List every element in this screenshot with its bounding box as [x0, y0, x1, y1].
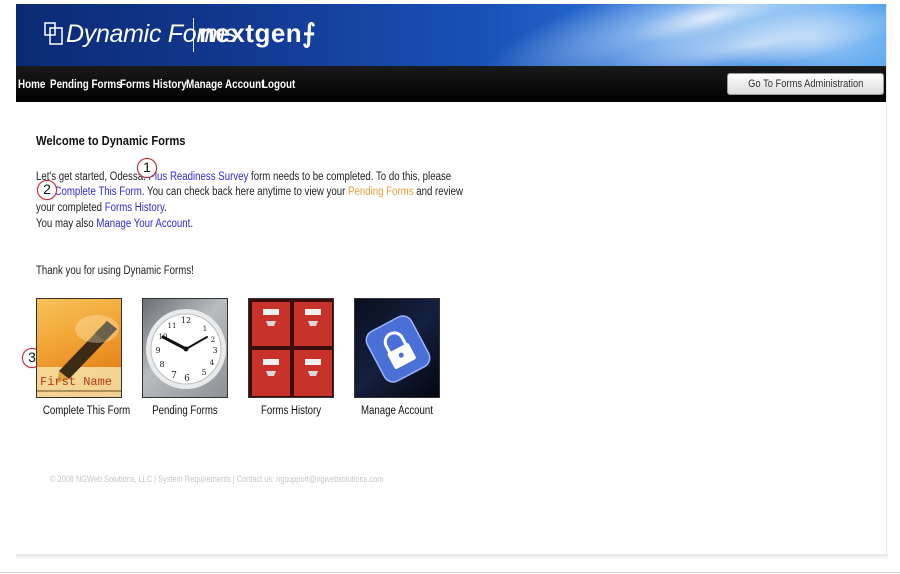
complete-this-form-tile-label[interactable]: Complete This Form — [43, 405, 130, 417]
forms-history-link[interactable]: Forms History — [105, 202, 164, 214]
forms-history-tile-label[interactable]: Forms History — [255, 405, 327, 417]
manage-account-tile[interactable] — [354, 298, 440, 398]
intro-line-2: Complete This Form. You can check back h… — [54, 186, 463, 198]
manage-account-tile-label[interactable]: Manage Account — [361, 405, 433, 417]
svg-text:7: 7 — [171, 371, 177, 381]
nav-pending-forms[interactable]: Pending Forms — [50, 77, 122, 91]
svg-text:12: 12 — [181, 316, 191, 325]
logo-divider — [193, 18, 194, 52]
page: Dynamic Forms nextgen⨍ Home Pending Form… — [0, 0, 900, 574]
intro-line-1: Let's get started, Odessa. Plus Readines… — [36, 171, 452, 183]
clock-icon: 12 1 2 3 4 5 6 7 8 9 10 11 — [146, 309, 226, 389]
svg-text:4: 4 — [210, 359, 215, 367]
header-banner: Dynamic Forms nextgen⨍ — [16, 4, 886, 66]
nav-home[interactable]: Home — [18, 77, 45, 91]
frame-border-right — [886, 4, 887, 554]
frame-bottom-line — [0, 572, 900, 573]
complete-this-form-tile[interactable]: First Name — [36, 298, 122, 398]
footer-text: © 2008 NGWeb Solutions, LLC | System Req… — [50, 474, 384, 484]
svg-text:8: 8 — [159, 360, 164, 369]
intro-line-3: your completed Forms History. — [36, 202, 167, 214]
forms-history-tile[interactable] — [248, 298, 334, 398]
svg-text:3: 3 — [212, 346, 217, 355]
thank-you-text: Thank you for using Dynamic Forms! — [36, 265, 194, 277]
survey-link[interactable]: Plus Readiness Survey — [148, 171, 248, 183]
callout-1: 1 — [137, 158, 157, 178]
intro-line-4: You may also Manage Your Account. — [36, 218, 194, 230]
svg-text:11: 11 — [168, 322, 177, 330]
pending-forms-tile[interactable]: 12 1 2 3 4 5 6 7 8 9 10 11 — [142, 298, 228, 398]
brand-name: nextgen⨍ — [199, 18, 317, 48]
tile-image-text: First Name — [40, 375, 113, 389]
forms-logo-icon — [44, 22, 63, 45]
pending-forms-link[interactable]: Pending Forms — [348, 186, 414, 198]
svg-text:6: 6 — [184, 374, 190, 384]
page-title: Welcome to Dynamic Forms — [36, 133, 186, 148]
callout-2: 2 — [37, 180, 57, 200]
go-to-forms-administration-button[interactable]: Go To Forms Administration — [727, 73, 884, 95]
frame-shadow — [16, 554, 888, 560]
file-cabinet-icon — [252, 302, 332, 396]
manage-your-account-link[interactable]: Manage Your Account — [96, 218, 190, 230]
complete-this-form-link[interactable]: Complete This Form — [54, 186, 141, 198]
nav-forms-history[interactable]: Forms History — [120, 77, 187, 91]
svg-text:2: 2 — [211, 336, 215, 344]
nav-manage-account[interactable]: Manage Account — [186, 77, 264, 91]
padlock-icon — [365, 315, 431, 383]
nav-logout[interactable]: Logout — [262, 77, 295, 91]
svg-text:9: 9 — [155, 346, 160, 355]
svg-text:5: 5 — [201, 368, 206, 377]
pending-forms-tile-label[interactable]: Pending Forms — [149, 405, 221, 417]
svg-text:1: 1 — [203, 325, 207, 333]
